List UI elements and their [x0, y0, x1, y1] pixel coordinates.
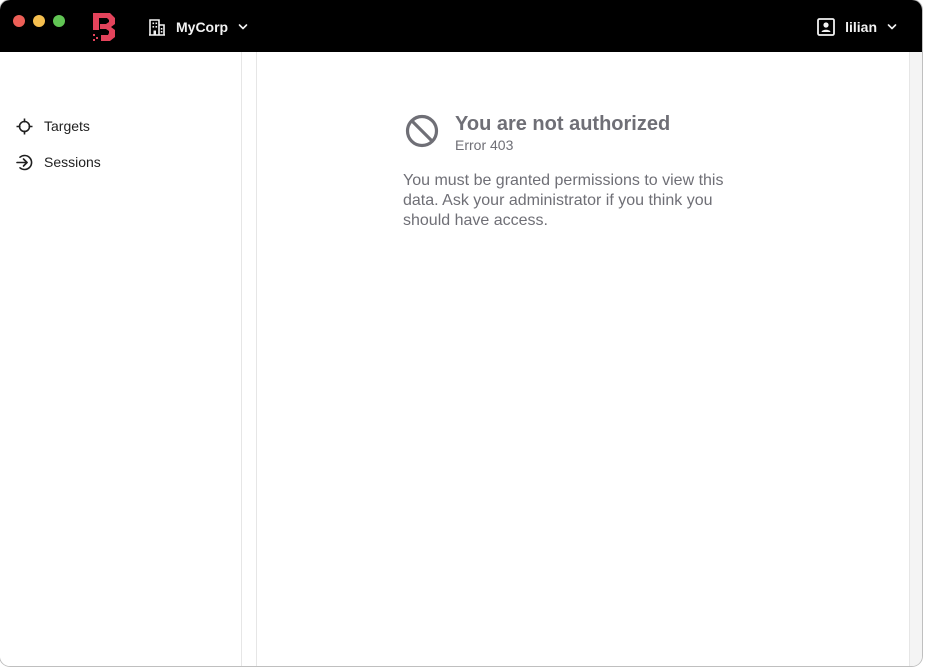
org-name: MyCorp [176, 19, 229, 35]
user-menu[interactable]: lilian [817, 14, 897, 40]
org-switcher[interactable]: MyCorp [148, 14, 248, 40]
building-icon [149, 19, 165, 36]
sidebar-item-sessions[interactable]: Sessions [16, 151, 101, 173]
target-crosshair-icon [16, 118, 33, 134]
app-window: MyCorp lilian Targets Sessions You are n… [0, 0, 922, 666]
chevron-down-icon [887, 24, 897, 30]
minimize-window-button[interactable] [33, 15, 45, 27]
prohibited-icon [405, 114, 439, 148]
titlebar: MyCorp lilian [0, 0, 922, 52]
right-edge-strip [909, 52, 922, 666]
boundary-logo[interactable] [91, 12, 117, 42]
sidebar-item-targets[interactable]: Targets [16, 115, 90, 137]
user-badge-icon [817, 18, 835, 36]
error-code: Error 403 [455, 137, 514, 153]
chevron-down-icon [238, 24, 248, 30]
sidebar-resize-handle[interactable] [242, 52, 257, 666]
main-content: You are not authorized Error 403 You mus… [257, 52, 909, 666]
user-name: lilian [845, 19, 877, 35]
error-message: You must be granted permissions to view … [403, 172, 724, 229]
sidebar-item-label: Targets [44, 118, 90, 134]
close-window-button[interactable] [13, 15, 25, 27]
sidebar-item-label: Sessions [44, 154, 101, 170]
error-title: You are not authorized [455, 113, 671, 135]
sign-in-icon [16, 154, 33, 170]
sidebar: Targets Sessions [0, 52, 242, 666]
maximize-window-button[interactable] [53, 15, 65, 27]
